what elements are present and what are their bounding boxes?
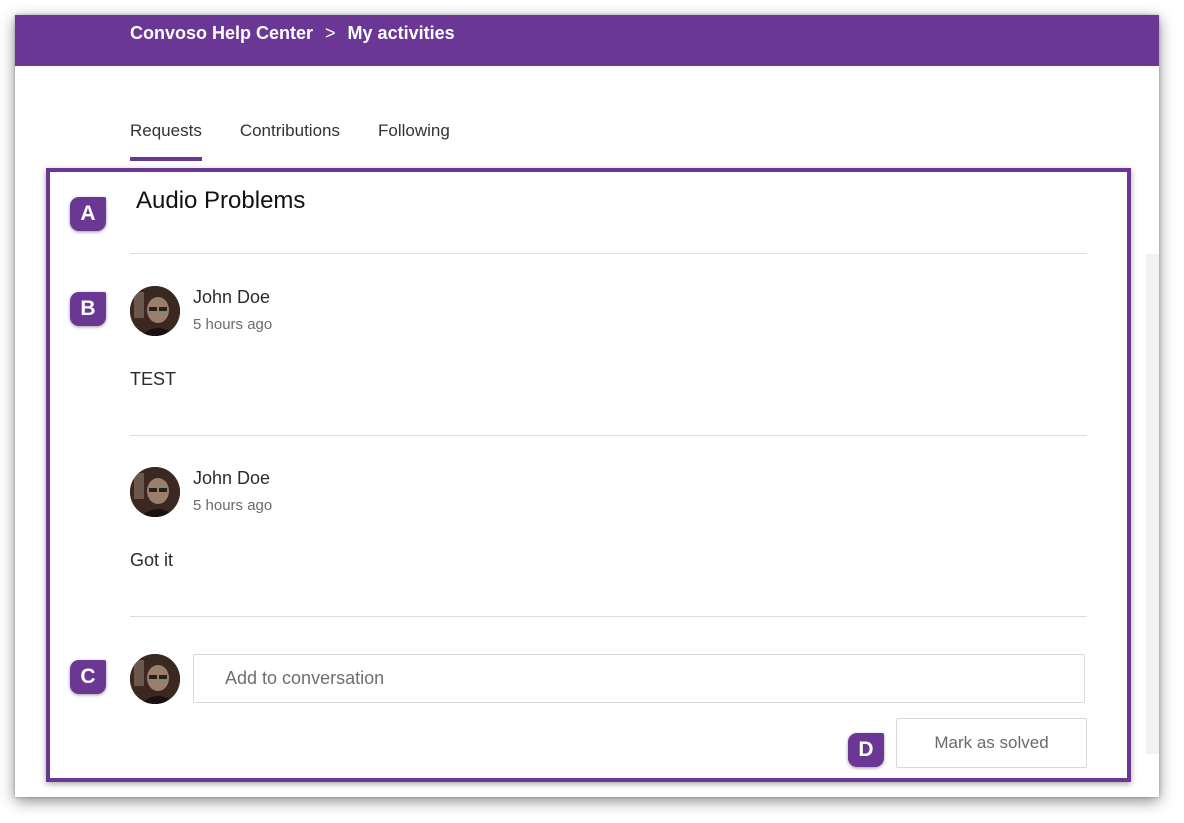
callout-marker-a: A <box>70 197 106 231</box>
callout-marker-c: C <box>70 660 106 694</box>
scrollbar-track[interactable] <box>1146 254 1159 754</box>
callout-highlight-frame <box>46 168 1131 782</box>
callout-marker-d: D <box>848 733 884 767</box>
tab-following[interactable]: Following <box>378 121 450 155</box>
tab-contributions[interactable]: Contributions <box>240 121 340 155</box>
callout-marker-b: B <box>70 292 106 326</box>
top-bar: Convoso Help Center > My activities <box>15 15 1159 66</box>
help-center-window: Convoso Help Center > My activities Requ… <box>15 15 1159 797</box>
activity-tabs: Requests Contributions Following <box>130 121 450 161</box>
breadcrumb-current: My activities <box>347 23 455 43</box>
breadcrumb-separator: > <box>325 23 336 43</box>
breadcrumb-root-link[interactable]: Convoso Help Center <box>130 23 313 44</box>
breadcrumb: Convoso Help Center > My activities <box>130 23 455 44</box>
tab-requests[interactable]: Requests <box>130 121 202 161</box>
